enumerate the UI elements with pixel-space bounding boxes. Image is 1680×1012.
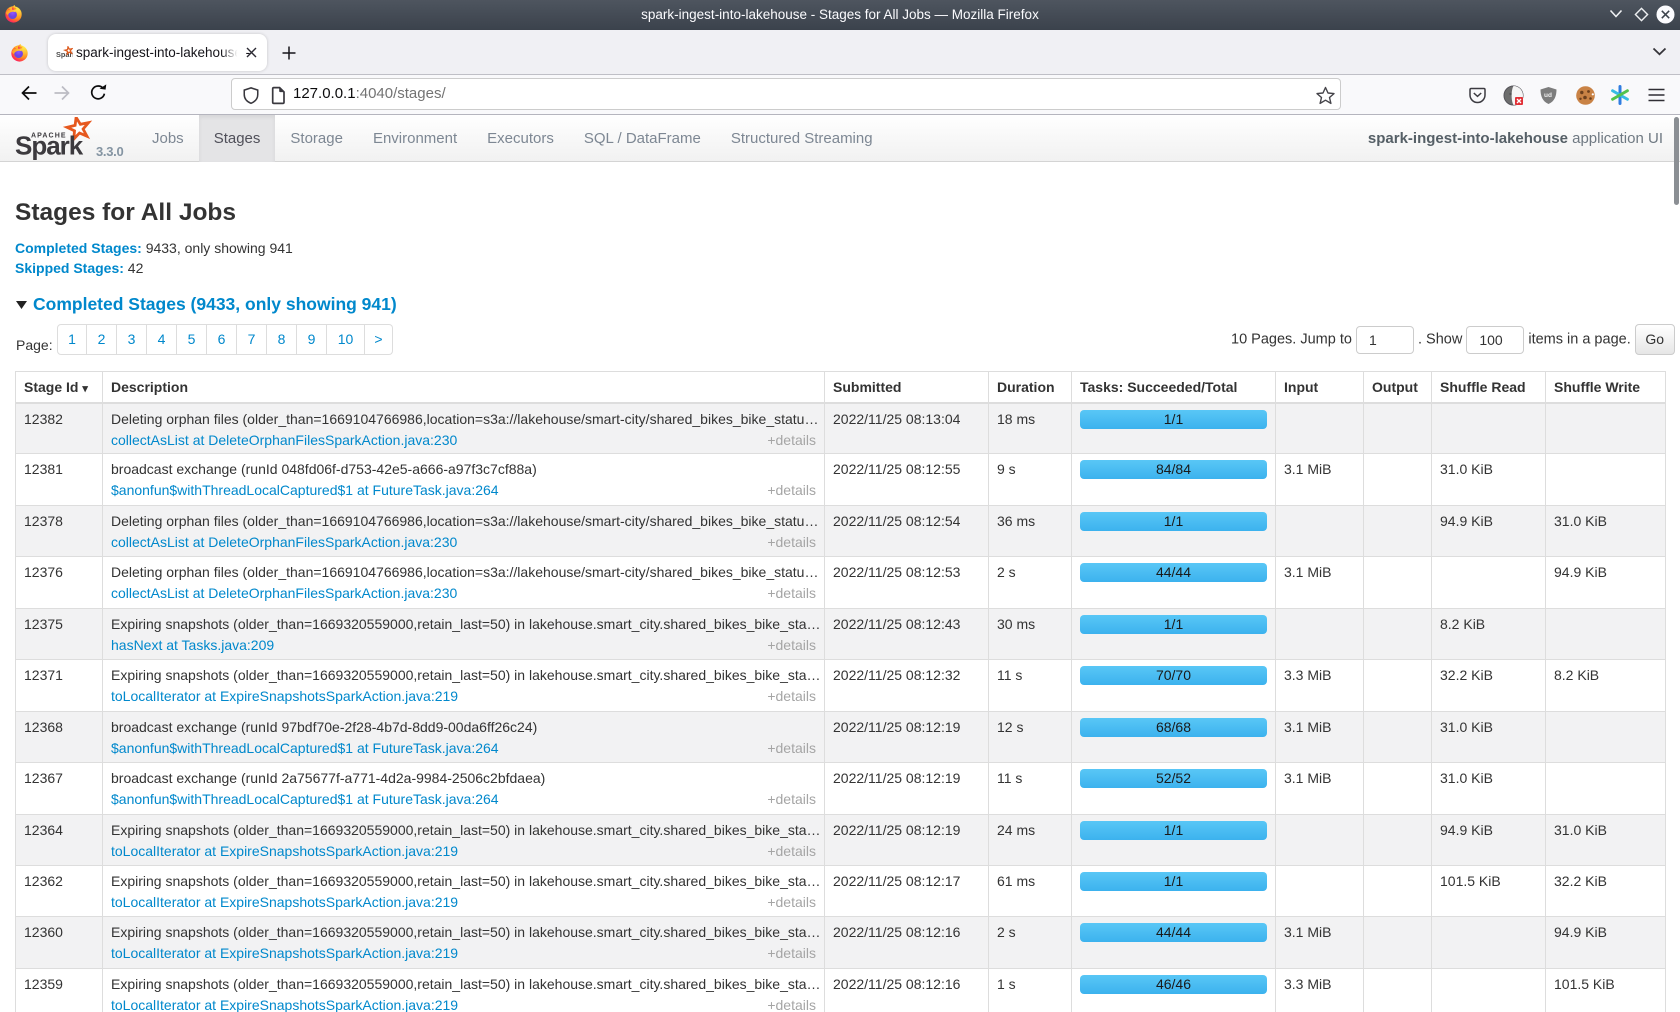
svg-text:ud: ud bbox=[1544, 92, 1552, 99]
svg-text:Spark: Spark bbox=[15, 131, 84, 161]
